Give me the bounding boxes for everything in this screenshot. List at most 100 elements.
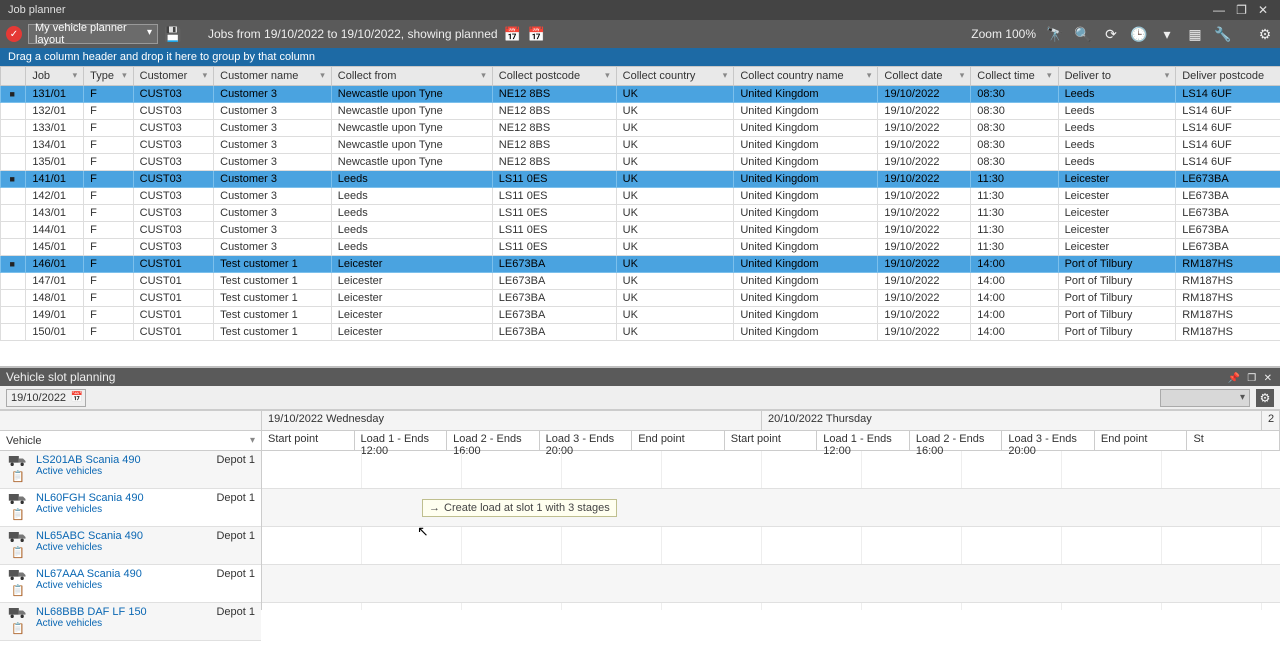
col-collect-country[interactable]: Collect country▾ (616, 67, 734, 86)
filter-icon[interactable]: ▾ (320, 70, 325, 81)
calendar-prev-icon[interactable]: 📅 (504, 25, 522, 43)
validate-icon[interactable]: ✓ (6, 26, 22, 42)
refresh-icon[interactable]: ⟳ (1102, 25, 1120, 43)
filter-icon[interactable]: ▾ (203, 70, 208, 81)
panel-close-icon[interactable]: ✕ (1262, 373, 1274, 384)
filter-icon[interactable]: ▾ (73, 70, 78, 81)
col-collect-postcode[interactable]: Collect postcode▾ (492, 67, 616, 86)
search-icon[interactable]: 🔍 (1074, 25, 1092, 43)
panel-gear-icon[interactable]: ⚙ (1256, 389, 1274, 407)
row-selector[interactable] (1, 273, 26, 290)
row-selector[interactable] (1, 222, 26, 239)
vehicle-row[interactable]: 📋 NL60FGH Scania 490 Active vehicles Dep… (0, 489, 261, 527)
col-customer[interactable]: Customer▾ (133, 67, 214, 86)
layout-select[interactable]: My vehicle planner layout (28, 24, 158, 44)
table-row[interactable]: 150/01 F CUST01 Test customer 1 Leiceste… (1, 324, 1280, 341)
binoculars-icon[interactable]: 🔭 (1046, 25, 1064, 43)
row-selector[interactable] (1, 137, 26, 154)
table-row[interactable]: 141/01 F CUST03 Customer 3 Leeds LS11 0E… (1, 171, 1280, 188)
table-row[interactable]: 149/01 F CUST01 Test customer 1 Leiceste… (1, 307, 1280, 324)
save-icon[interactable]: 💾 (164, 25, 182, 43)
vehicle-group[interactable]: Active vehicles (36, 618, 210, 629)
row-selector[interactable] (1, 205, 26, 222)
filter-icon[interactable]: ▾ (960, 70, 965, 81)
close-icon[interactable]: ✕ (1254, 3, 1272, 17)
table-row[interactable]: 132/01 F CUST03 Customer 3 Newcastle upo… (1, 103, 1280, 120)
row-selector[interactable] (1, 103, 26, 120)
panel-pin-icon[interactable]: 📌 (1226, 373, 1242, 384)
col-collect-country-name[interactable]: Collect country name▾ (734, 67, 878, 86)
table-row[interactable]: 148/01 F CUST01 Test customer 1 Leiceste… (1, 290, 1280, 307)
vehicle-group[interactable]: Active vehicles (36, 542, 210, 553)
vehicle-row[interactable]: 📋 NL68BBB DAF LF 150 Active vehicles Dep… (0, 603, 261, 641)
filter-icon[interactable]: ▾ (1165, 70, 1170, 81)
timeline-row[interactable] (262, 603, 1280, 610)
timeline-row[interactable] (262, 489, 1280, 527)
table-row[interactable]: 147/01 F CUST01 Test customer 1 Leiceste… (1, 273, 1280, 290)
row-selector[interactable] (1, 154, 26, 171)
filter-icon[interactable]: ▾ (1158, 25, 1176, 43)
timeline-row[interactable] (262, 565, 1280, 603)
row-selector[interactable] (1, 239, 26, 256)
vehicle-reg[interactable]: NL60FGH (36, 492, 86, 504)
col-collect-date[interactable]: Collect date▾ (878, 67, 971, 86)
col-collect-from[interactable]: Collect from▾ (331, 67, 492, 86)
timeline-row[interactable] (262, 451, 1280, 489)
clipboard-icon[interactable]: 📋 (11, 622, 25, 635)
filter-icon[interactable]: ▾ (723, 70, 728, 81)
panel-date-input[interactable]: 19/10/2022 (6, 389, 86, 407)
clock-icon[interactable]: 🕒 (1130, 25, 1148, 43)
grid-icon[interactable]: ▦ (1186, 25, 1204, 43)
col-customer-name[interactable]: Customer name▾ (214, 67, 332, 86)
col-deliver-postcode[interactable]: Deliver postcode▾ (1176, 67, 1280, 86)
vehicle-reg[interactable]: LS201AB (36, 454, 82, 466)
table-row[interactable]: 134/01 F CUST03 Customer 3 Newcastle upo… (1, 137, 1280, 154)
vehicle-row[interactable]: 📋 NL65ABC Scania 490 Active vehicles Dep… (0, 527, 261, 565)
vehicle-header-cell[interactable]: Vehicle ▾ (0, 431, 262, 451)
col-collect-time[interactable]: Collect time▾ (971, 67, 1058, 86)
row-selector[interactable] (1, 120, 26, 137)
table-row[interactable]: 144/01 F CUST03 Customer 3 Leeds LS11 0E… (1, 222, 1280, 239)
col-job[interactable]: Job▾ (26, 67, 84, 86)
filter-icon[interactable]: ▾ (867, 70, 872, 81)
clipboard-icon[interactable]: 📋 (11, 508, 25, 521)
restore-icon[interactable]: ❐ (1232, 3, 1251, 17)
vehicle-reg[interactable]: NL65ABC (36, 530, 85, 542)
row-selector[interactable] (1, 86, 26, 103)
vehicle-row[interactable]: 📋 NL67AAA Scania 490 Active vehicles Dep… (0, 565, 261, 603)
grouping-bar[interactable]: Drag a column header and drop it here to… (0, 48, 1280, 66)
row-selector[interactable] (1, 256, 26, 273)
table-row[interactable]: 133/01 F CUST03 Customer 3 Newcastle upo… (1, 120, 1280, 137)
row-selector[interactable] (1, 188, 26, 205)
vehicle-filter-select[interactable] (1160, 389, 1250, 407)
vehicle-reg[interactable]: NL68BBB (36, 606, 84, 618)
gear-icon[interactable]: ⚙ (1256, 25, 1274, 43)
filter-icon[interactable]: ▾ (122, 70, 127, 81)
table-row[interactable]: 135/01 F CUST03 Customer 3 Newcastle upo… (1, 154, 1280, 171)
table-row[interactable]: 146/01 F CUST01 Test customer 1 Leiceste… (1, 256, 1280, 273)
wrench-icon[interactable]: 🔧 (1214, 25, 1232, 43)
table-row[interactable]: 131/01 F CUST03 Customer 3 Newcastle upo… (1, 86, 1280, 103)
row-selector[interactable] (1, 171, 26, 188)
clipboard-icon[interactable]: 📋 (11, 546, 25, 559)
filter-icon[interactable]: ▾ (1047, 70, 1052, 81)
panel-restore-icon[interactable]: ❐ (1245, 373, 1258, 384)
vehicle-filter-icon[interactable]: ▾ (250, 435, 255, 446)
vehicle-row[interactable]: 📋 LS201AB Scania 490 Active vehicles Dep… (0, 451, 261, 489)
filter-icon[interactable]: ▾ (481, 70, 486, 81)
table-row[interactable]: 145/01 F CUST03 Customer 3 Leeds LS11 0E… (1, 239, 1280, 256)
row-selector[interactable] (1, 324, 26, 341)
col-deliver-to[interactable]: Deliver to▾ (1058, 67, 1176, 86)
col-select[interactable] (1, 67, 26, 86)
calendar-new-icon[interactable]: 📅 (528, 25, 546, 43)
filter-icon[interactable]: ▾ (605, 70, 610, 81)
timeline-row[interactable] (262, 527, 1280, 565)
clipboard-icon[interactable]: 📋 (11, 470, 25, 483)
col-type[interactable]: Type▾ (84, 67, 134, 86)
minimize-icon[interactable]: — (1209, 3, 1229, 17)
table-row[interactable]: 142/01 F CUST03 Customer 3 Leeds LS11 0E… (1, 188, 1280, 205)
vehicle-group[interactable]: Active vehicles (36, 580, 210, 591)
row-selector[interactable] (1, 290, 26, 307)
vehicle-group[interactable]: Active vehicles (36, 466, 210, 477)
vehicle-group[interactable]: Active vehicles (36, 504, 210, 515)
